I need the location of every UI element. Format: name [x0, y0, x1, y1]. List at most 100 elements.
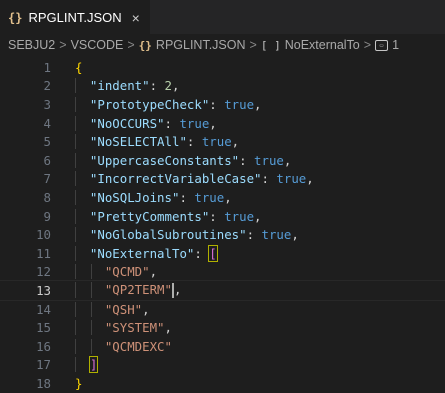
line-number: 18 [36, 375, 51, 391]
code-line[interactable]: 9 "PrettyComments": true, [0, 207, 445, 226]
code-line[interactable]: 6 "UppercaseConstants": true, [0, 151, 445, 170]
chevron-right-icon: > [127, 38, 135, 52]
code-line[interactable]: 1{ [0, 58, 445, 77]
tab-label: RPGLINT.JSON [28, 10, 122, 25]
json-key: "NoOCCURS" [89, 115, 165, 131]
json-value: true [179, 115, 210, 131]
line-number: 8 [43, 189, 51, 205]
code-content: "NoOCCURS": true, [51, 115, 217, 131]
json-key: "PrettyComments" [89, 208, 210, 224]
code-content: "QCMDEXC" [51, 338, 172, 354]
line-number: 9 [43, 208, 51, 224]
chevron-right-icon: > [249, 38, 257, 52]
code-editor[interactable]: 1{2 "indent": 2, 3 "PrototypeCheck": true… [0, 58, 445, 393]
json-string: "QCMDEXC" [104, 338, 172, 354]
code-line[interactable]: 5 "NoSELECTAll": true, [0, 132, 445, 151]
editor-tab-bar: {} RPGLINT.JSON × [0, 0, 445, 34]
json-value: true [224, 96, 255, 112]
line-number: 13 [36, 282, 51, 298]
comma: , [283, 152, 292, 168]
json-string: "QCMD" [104, 264, 150, 280]
indent-guide [75, 245, 76, 261]
code-line[interactable]: 12 "QCMD", [0, 263, 445, 282]
code-line[interactable]: 4 "NoOCCURS": true, [0, 114, 445, 133]
json-string: "QP2TERM" [104, 282, 172, 298]
code-content: "IncorrectVariableCase": true, [51, 171, 314, 187]
indent-guide [75, 115, 76, 131]
breadcrumb-item-vscode[interactable]: VSCODE [71, 38, 124, 52]
line-number: 4 [43, 115, 51, 131]
code-line[interactable]: 8 "NoSQLJoins": true, [0, 188, 445, 207]
code-content: "QCMD", [51, 264, 157, 280]
indent-guide [75, 152, 76, 168]
line-number: 12 [36, 264, 51, 280]
json-key: "IncorrectVariableCase" [89, 171, 262, 187]
code-content: ] [51, 356, 99, 374]
indent-guide [75, 171, 76, 187]
code-line[interactable]: 16 "QCMDEXC" [0, 337, 445, 356]
brace: } [75, 375, 83, 391]
code-line[interactable]: 10 "NoGlobalSubroutines": true, [0, 225, 445, 244]
breadcrumb-item-sebju2[interactable]: SEBJU2 [8, 38, 55, 52]
array-close-bracket: ] [88, 356, 99, 374]
code-line[interactable]: 3 "PrototypeCheck": true, [0, 95, 445, 114]
breadcrumb-item-1[interactable]: 1 [392, 38, 399, 52]
colon: : [194, 245, 210, 261]
code-line[interactable]: 18} [0, 374, 445, 393]
code-line[interactable]: 13 "QP2TERM", [0, 280, 445, 301]
code-content: } [51, 376, 82, 391]
code-content: { [51, 60, 82, 75]
breadcrumb-item-noexternalto[interactable]: NoExternalTo [285, 38, 360, 52]
array-icon: [ ] [260, 38, 281, 52]
line-number: 16 [36, 338, 51, 354]
comma: , [224, 189, 232, 205]
json-value: 2 [164, 78, 172, 94]
json-string: "QSH" [104, 301, 143, 317]
json-key: "NoSELECTAll" [89, 134, 187, 150]
code-line[interactable]: 14 "QSH", [0, 300, 445, 319]
code-line[interactable]: 17 ] [0, 356, 445, 375]
code-line[interactable]: 2 "indent": 2, [0, 77, 445, 96]
colon: : [209, 96, 225, 112]
breadcrumb-item-rpglint-json[interactable]: RPGLINT.JSON [156, 38, 246, 52]
code-line[interactable]: 11 "NoExternalTo": [ [0, 244, 445, 263]
colon: : [239, 152, 255, 168]
json-key: "NoSQLJoins" [89, 189, 180, 205]
indent-guide [91, 301, 92, 317]
indent-guide [75, 320, 76, 336]
code-content: "NoSELECTAll": true, [51, 134, 240, 150]
comma: , [164, 320, 172, 336]
code-line[interactable]: 15 "SYSTEM", [0, 318, 445, 337]
colon: : [261, 171, 277, 187]
close-icon[interactable]: × [132, 10, 140, 26]
breadcrumb: SEBJU2 > VSCODE > {} RPGLINT.JSON > [ ] … [0, 34, 445, 56]
code-content: "NoExternalTo": [ [51, 244, 218, 262]
line-number: 7 [43, 171, 51, 187]
comma: , [173, 282, 182, 298]
comma: , [142, 301, 150, 317]
json-key: "UppercaseConstants" [89, 152, 240, 168]
code-content: "SYSTEM", [51, 320, 172, 336]
tab-rpglint-json[interactable]: {} RPGLINT.JSON × [0, 0, 150, 34]
comma: , [231, 134, 240, 150]
indent-guide [91, 338, 92, 354]
colon: : [179, 189, 195, 205]
chevron-right-icon: > [59, 38, 67, 52]
colon: : [186, 134, 202, 150]
colon: : [209, 208, 225, 224]
indent-guide [75, 282, 76, 299]
code-line[interactable]: 7 "IncorrectVariableCase": true, [0, 170, 445, 189]
line-number: 6 [43, 152, 51, 168]
json-string: "SYSTEM" [104, 320, 165, 336]
code-content: "QP2TERM", [51, 282, 182, 299]
indent-guide [91, 264, 92, 280]
code-content: "indent": 2, [51, 78, 180, 94]
comma: , [291, 227, 299, 243]
line-number: 5 [43, 134, 51, 150]
comma: , [172, 78, 180, 94]
indent-guide [75, 264, 76, 280]
comma: , [254, 208, 262, 224]
colon: : [164, 115, 180, 131]
json-file-icon: {} [138, 38, 152, 52]
code-content: "PrototypeCheck": true, [51, 96, 262, 112]
